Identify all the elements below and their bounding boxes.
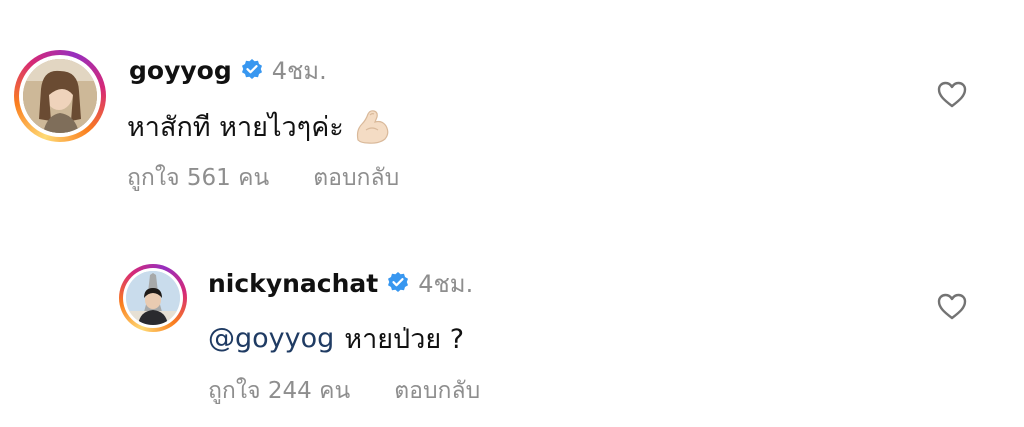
heart-outline-icon[interactable] [936, 79, 968, 109]
timestamp: 4ชม. [418, 269, 474, 298]
comment-header: goyyog 4ชม. [129, 52, 327, 88]
comment-item: goyyog 4ชม. หาสักที หายไวๆค่ะ ถูกใจ 561 … [0, 0, 1024, 230]
avatar-photo [126, 271, 180, 325]
timestamp: 4ชม. [271, 56, 327, 85]
reply-item: nickynachat 4ชม. @goyyog หายป่วย ? ถูกใจ… [0, 230, 1024, 427]
heart-outline-icon[interactable] [936, 291, 968, 321]
reply-button[interactable]: ตอบกลับ [394, 373, 480, 409]
likes-count[interactable]: ถูกใจ 561 คน [127, 160, 269, 196]
comment-meta: ถูกใจ 244 คน ตอบกลับ [208, 373, 480, 409]
comment-body: @goyyog หายป่วย ? [208, 316, 464, 360]
username[interactable]: nickynachat [208, 269, 378, 298]
avatar-photo [23, 59, 97, 133]
avatar-border [19, 55, 101, 137]
comment-text: หายป่วย ? [344, 323, 465, 355]
flexed-biceps-emoji-icon [352, 106, 392, 146]
avatar[interactable] [23, 59, 97, 133]
verified-badge-icon [240, 58, 264, 82]
comment-meta: ถูกใจ 561 คน ตอบกลับ [127, 160, 399, 196]
comment-body: หาสักที หายไวๆค่ะ [127, 104, 392, 148]
reply-button[interactable]: ตอบกลับ [313, 160, 399, 196]
comment-header: nickynachat 4ชม. [208, 265, 473, 301]
username[interactable]: goyyog [129, 56, 232, 85]
story-ring[interactable] [14, 50, 106, 142]
likes-count[interactable]: ถูกใจ 244 คน [208, 373, 350, 409]
comment-text: หาสักที หายไวๆค่ะ [127, 111, 344, 143]
avatar[interactable] [126, 271, 180, 325]
avatar-border [123, 268, 183, 328]
mention-link[interactable]: @goyyog [208, 323, 334, 354]
verified-badge-icon [386, 271, 410, 295]
story-ring[interactable] [119, 264, 187, 332]
